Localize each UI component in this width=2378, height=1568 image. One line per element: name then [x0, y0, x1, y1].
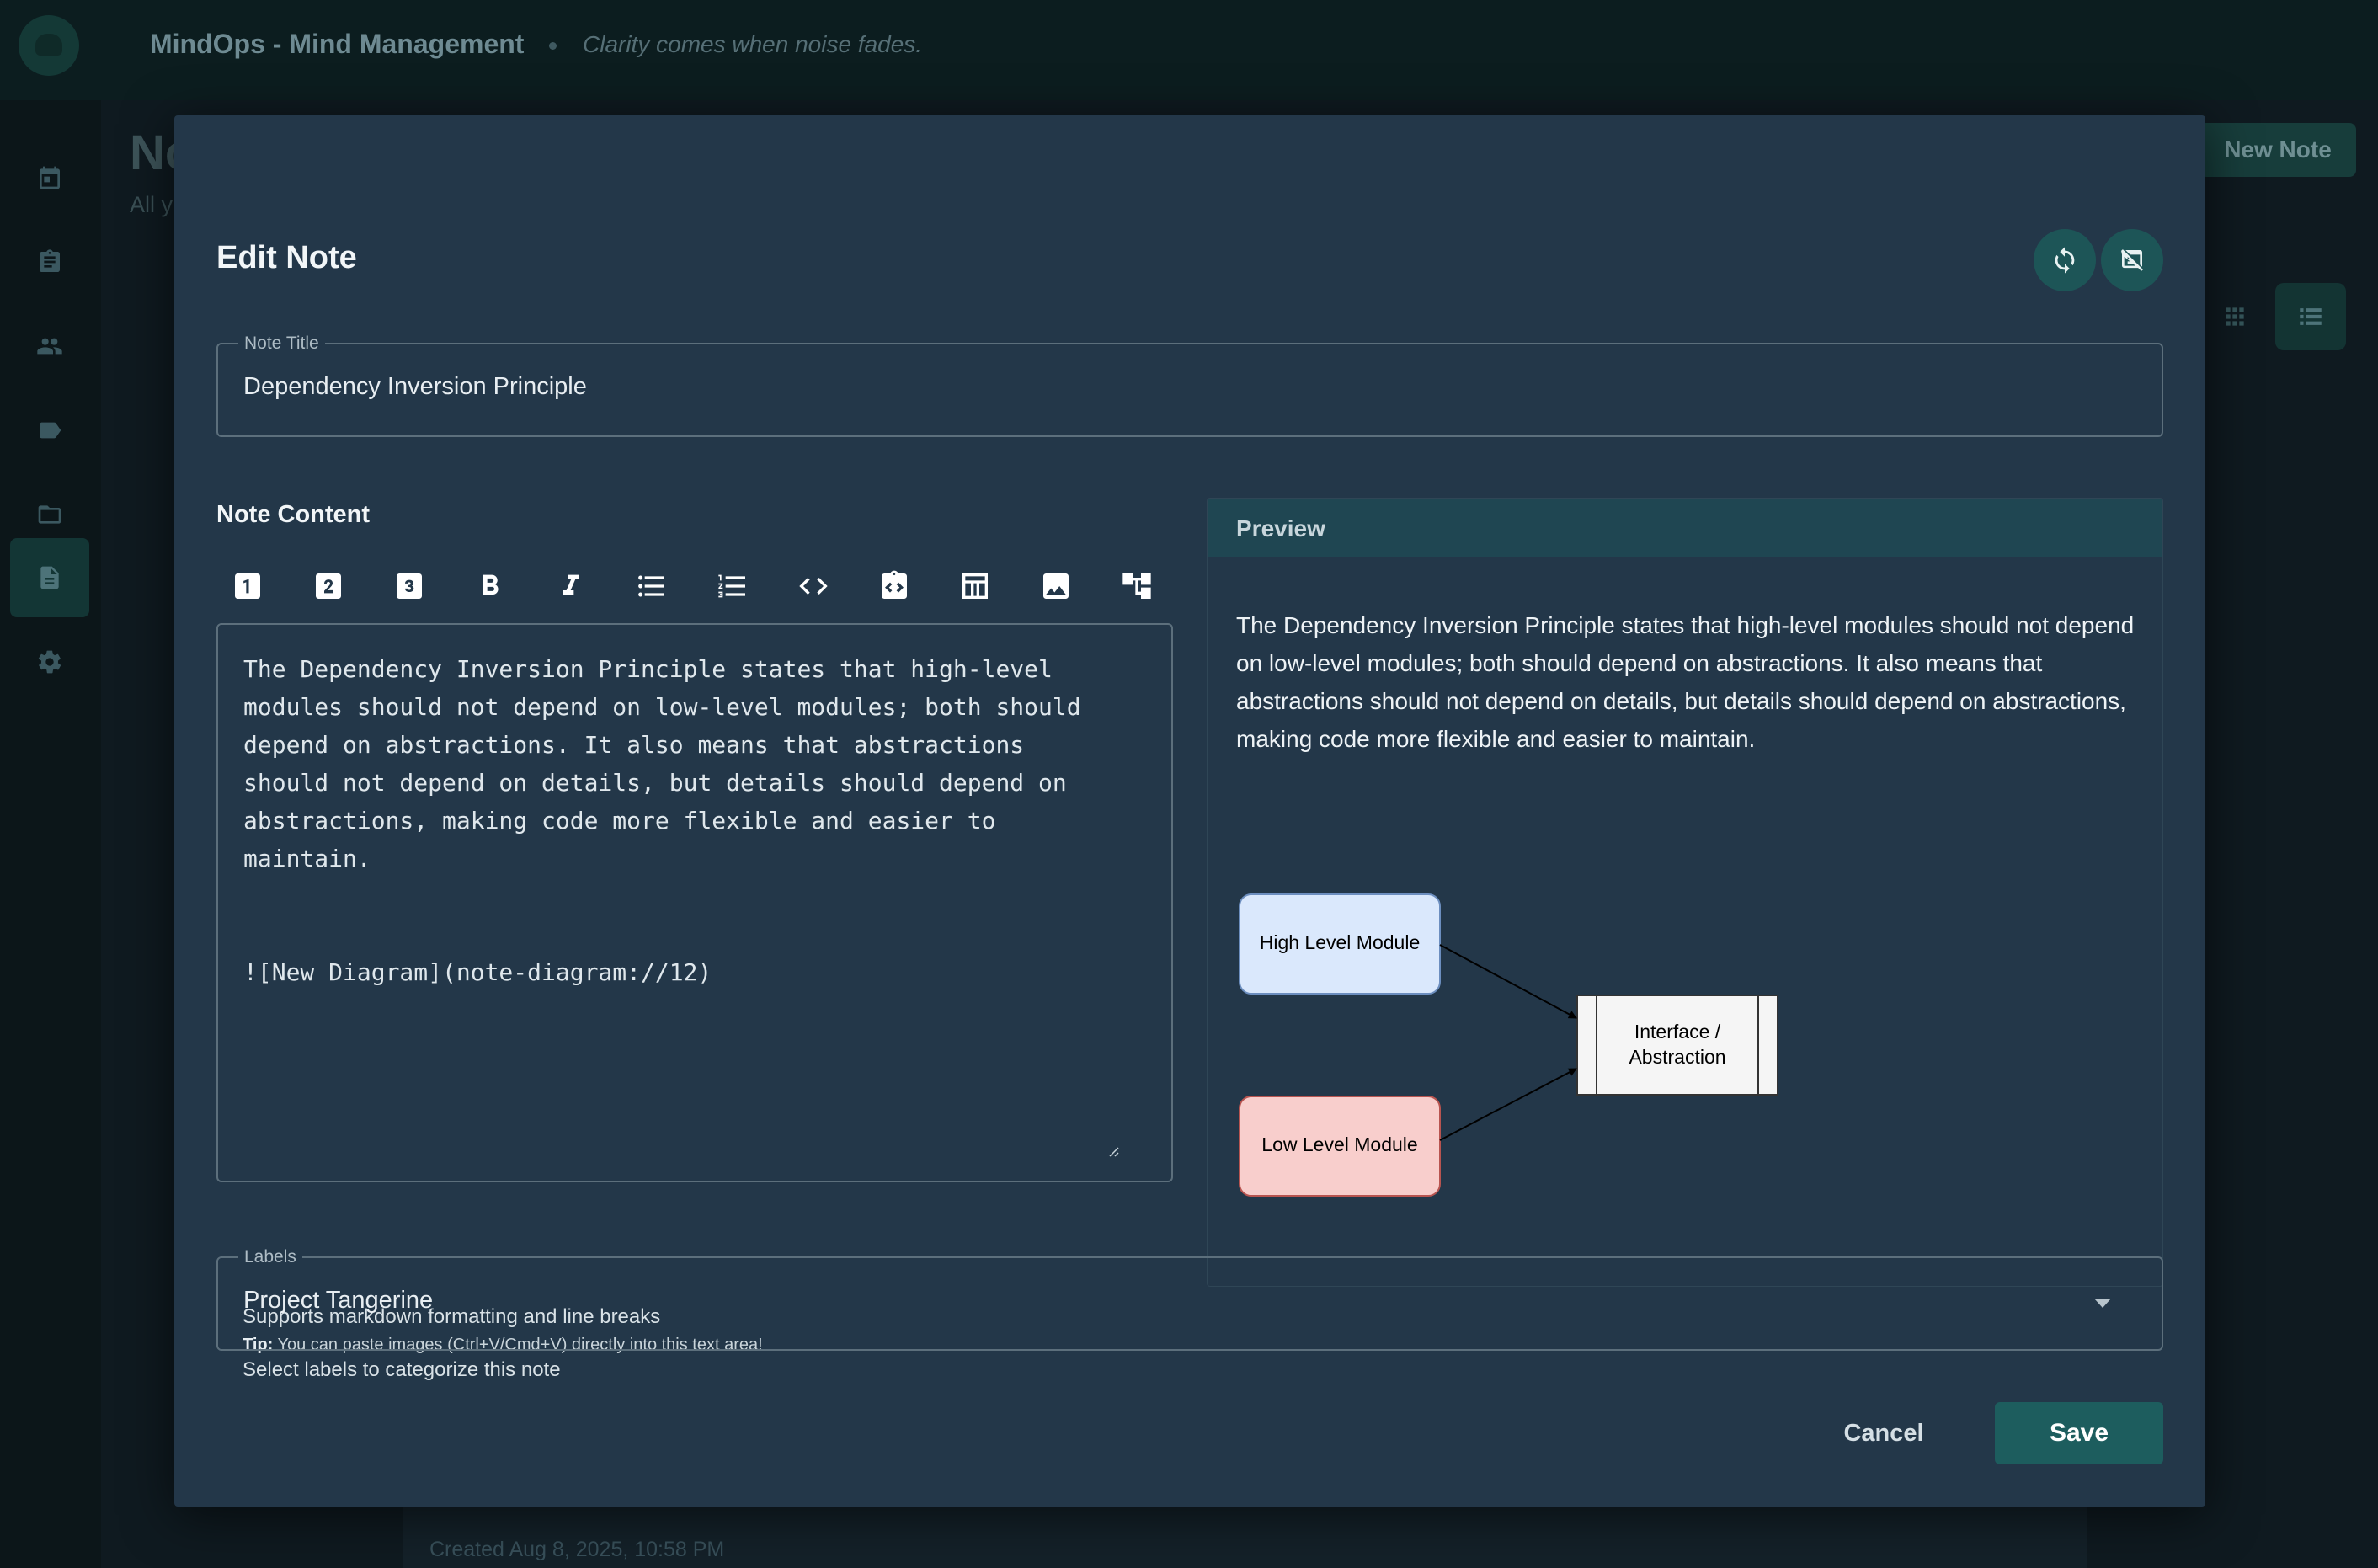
heading-3-icon	[397, 573, 422, 599]
code-icon	[799, 578, 828, 595]
note-title-field[interactable]: Note Title Dependency Inversion Principl…	[216, 333, 2163, 437]
preview-diagram[interactable]: High Level Module Low Level Module Inter…	[1236, 889, 1826, 1226]
app-title: MindOps - Mind Management	[150, 29, 525, 59]
bold-icon	[483, 574, 499, 595]
diagram-arrow-high-to-interface	[1439, 944, 1577, 1019]
clipboard-icon	[40, 249, 60, 272]
app-tagline: Clarity comes when noise fades.	[583, 31, 923, 57]
header-separator-dot	[549, 42, 557, 50]
bulleted-list-icon	[638, 575, 664, 597]
diagram-high-level-label: High Level Module	[1260, 931, 1421, 953]
grid-view-button[interactable]	[2199, 283, 2270, 350]
code-block-icon	[882, 570, 907, 599]
cancel-button[interactable]: Cancel	[1816, 1402, 1951, 1464]
sidebar	[0, 100, 101, 1568]
refresh-icon	[2055, 247, 2075, 274]
app-logo	[19, 15, 79, 76]
diagram-interface-label-line1: Interface /	[1634, 1021, 1721, 1043]
sidebar-item-people[interactable]	[10, 307, 89, 386]
numbered-list-button[interactable]	[710, 563, 755, 609]
preview-text: The Dependency Inversion Principle state…	[1236, 612, 2135, 752]
label-icon	[40, 422, 61, 439]
table-button[interactable]	[952, 563, 998, 609]
hide-preview-button[interactable]	[2101, 229, 2163, 291]
heading-1-icon	[235, 573, 260, 599]
preview-label: Preview	[1236, 515, 1325, 541]
dialog-title: Edit Note	[216, 240, 357, 275]
preview-panel: Preview The Dependency Inversion Princip…	[1207, 498, 2163, 1287]
resize-handle-icon[interactable]	[1106, 1144, 1119, 1157]
heading-2-button[interactable]	[306, 563, 351, 609]
diagram-interface-node	[1576, 995, 1778, 1096]
diagram-interface-label-line2: Abstraction	[1629, 1046, 1725, 1068]
italic-icon	[563, 574, 579, 595]
preview-off-icon	[2121, 249, 2143, 271]
app-header: MindOps - Mind Management Clarity comes …	[0, 0, 2378, 100]
diagram-arrow-low-to-interface	[1439, 1068, 1577, 1141]
italic-button[interactable]	[548, 563, 594, 609]
page-subtitle: All y	[130, 192, 173, 217]
gear-icon	[38, 650, 61, 674]
inline-code-button[interactable]	[791, 563, 836, 609]
note-title-value[interactable]: Dependency Inversion Principle	[243, 373, 587, 401]
edit-note-dialog: Edit Note Note Title Dependency Inversio…	[174, 115, 2205, 1507]
code-block-button[interactable]	[872, 563, 917, 609]
labels-label: Labels	[238, 1247, 302, 1267]
list-view-button[interactable]	[2275, 283, 2346, 350]
chevron-down-icon[interactable]	[2094, 1299, 2111, 1308]
sidebar-item-settings[interactable]	[10, 622, 89, 701]
note-created-date: Created Aug 8, 2025, 10:58 PM	[429, 1538, 725, 1561]
labels-select[interactable]: Labels Project Tangerine	[216, 1247, 2163, 1351]
numbered-list-icon	[718, 574, 745, 598]
calendar-icon	[40, 166, 60, 189]
sidebar-item-labels[interactable]	[10, 391, 89, 470]
refresh-button[interactable]	[2034, 229, 2096, 291]
diagram-low-level-label: Low Level Module	[1261, 1133, 1417, 1155]
sidebar-item-calendar[interactable]	[10, 138, 89, 217]
heading-1-button[interactable]	[225, 563, 270, 609]
image-icon	[1043, 573, 1069, 599]
diagram-icon	[1122, 573, 1151, 599]
markdown-toolbar	[225, 553, 1353, 614]
note-content-textarea[interactable]: The Dependency Inversion Principle state…	[243, 650, 1153, 991]
grid-icon	[2226, 307, 2244, 326]
labels-selected-value: Project Tangerine	[243, 1287, 434, 1314]
bulleted-list-button[interactable]	[629, 563, 674, 609]
list-icon	[2300, 308, 2322, 325]
diagram-button[interactable]	[1114, 563, 1160, 609]
bold-button[interactable]	[467, 563, 513, 609]
save-button[interactable]: Save	[1995, 1402, 2163, 1464]
heading-3-button[interactable]	[387, 563, 432, 609]
new-note-button[interactable]: New Note	[2199, 123, 2356, 177]
sidebar-item-notes[interactable]	[10, 538, 89, 617]
folder-icon	[38, 505, 61, 524]
heading-2-icon	[316, 573, 341, 599]
preview-header: Preview	[1208, 499, 2162, 557]
note-content-editor[interactable]: The Dependency Inversion Principle state…	[216, 623, 1173, 1182]
people-icon	[37, 338, 62, 355]
sidebar-item-tasks[interactable]	[10, 222, 89, 301]
image-button[interactable]	[1033, 563, 1079, 609]
note-icon	[40, 566, 59, 589]
labels-help-text: Select labels to categorize this note	[243, 1358, 561, 1380]
table-icon	[962, 573, 988, 599]
note-title-label: Note Title	[238, 333, 325, 354]
note-content-label: Note Content	[216, 501, 371, 528]
